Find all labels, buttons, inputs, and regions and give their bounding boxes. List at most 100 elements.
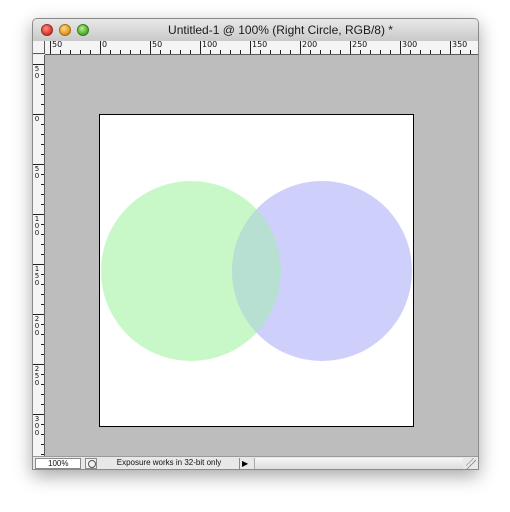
- ruler-tick: [41, 254, 44, 255]
- ruler-label: 3 0 0: [34, 415, 40, 437]
- ruler-tick: [41, 424, 44, 425]
- ruler-tick: [41, 224, 44, 225]
- ruler-tick: [230, 50, 231, 54]
- ruler-tick: [41, 194, 44, 195]
- ruler-label: 5 0: [34, 65, 40, 80]
- status-bar: 100% Exposure works in 32-bit only ▶: [33, 456, 478, 469]
- ruler-label: 1 5 0: [34, 265, 40, 287]
- ruler-tick: [60, 50, 61, 54]
- ruler-tick: [41, 394, 44, 395]
- ruler-tick: [160, 50, 161, 54]
- ruler-tick: [180, 50, 181, 54]
- ruler-tick: [190, 50, 191, 54]
- ruler-tick: [41, 74, 44, 75]
- horizontal-ruler[interactable]: 50050100150200250300350400: [45, 41, 478, 55]
- ruler-tick: [41, 304, 44, 305]
- zoom-button[interactable]: [77, 24, 89, 36]
- document-window: Untitled-1 @ 100% (Right Circle, RGB/8) …: [32, 18, 479, 470]
- ruler-tick: [41, 274, 44, 275]
- close-button[interactable]: [41, 24, 53, 36]
- ruler-tick: [400, 41, 401, 54]
- ruler-label: 350: [452, 41, 468, 49]
- ruler-tick: [70, 50, 71, 54]
- ruler-tick: [430, 50, 431, 54]
- vertical-ruler[interactable]: 5 005 01 0 01 5 02 0 02 5 03 0 03 5 04 0…: [33, 55, 45, 456]
- title-bar[interactable]: Untitled-1 @ 100% (Right Circle, RGB/8) …: [33, 19, 478, 42]
- ruler-origin[interactable]: [33, 41, 45, 54]
- ruler-tick: [100, 41, 101, 54]
- status-info-icon[interactable]: [85, 458, 97, 469]
- ruler-tick: [330, 50, 331, 54]
- ruler-label: 300: [402, 41, 418, 49]
- ruler-tick: [41, 104, 44, 105]
- ruler-tick: [41, 354, 44, 355]
- ruler-tick: [41, 204, 44, 205]
- ruler-tick: [290, 50, 291, 54]
- minimize-button[interactable]: [59, 24, 71, 36]
- ruler-tick: [210, 50, 211, 54]
- ruler-tick: [41, 294, 44, 295]
- ruler-tick: [270, 50, 271, 54]
- ruler-tick: [200, 41, 201, 54]
- ruler-tick: [460, 50, 461, 54]
- ruler-label: 5 0: [34, 165, 40, 180]
- ruler-tick: [150, 41, 151, 54]
- window-title: Untitled-1 @ 100% (Right Circle, RGB/8) …: [168, 23, 393, 37]
- ruler-label: 250: [352, 41, 368, 49]
- ruler-tick: [340, 50, 341, 54]
- ruler-label: 1 0 0: [34, 215, 40, 237]
- ruler-tick: [41, 174, 44, 175]
- ruler-tick: [250, 41, 251, 54]
- ruler-tick: [41, 234, 44, 235]
- ruler-tick: [80, 50, 81, 54]
- ruler-tick: [120, 50, 121, 54]
- ruler-label: 150: [252, 41, 268, 49]
- ruler-tick: [41, 434, 44, 435]
- ruler-label: 0: [102, 41, 108, 49]
- ruler-tick: [41, 284, 44, 285]
- ruler-tick: [41, 154, 44, 155]
- status-menu-arrow-icon[interactable]: ▶: [242, 459, 252, 468]
- ruler-tick: [450, 41, 451, 54]
- zoom-level-field[interactable]: 100%: [35, 458, 81, 469]
- ruler-label: 50: [152, 41, 163, 49]
- ruler-tick: [410, 50, 411, 54]
- ruler-tick: [41, 94, 44, 95]
- ruler-tick: [41, 374, 44, 375]
- ruler-tick: [420, 50, 421, 54]
- ruler-label: 50: [52, 41, 63, 49]
- ruler-tick: [130, 50, 131, 54]
- ruler-tick: [41, 444, 44, 445]
- ruler-label: 2 0 0: [34, 315, 40, 337]
- canvas-workspace[interactable]: [45, 55, 478, 456]
- ruler-tick: [41, 144, 44, 145]
- ruler-tick: [240, 50, 241, 54]
- ruler-tick: [140, 50, 141, 54]
- ruler-tick: [220, 50, 221, 54]
- ruler-tick: [170, 50, 171, 54]
- ruler-tick: [350, 41, 351, 54]
- document-canvas[interactable]: [99, 114, 414, 427]
- status-info-text: Exposure works in 32-bit only: [99, 458, 240, 469]
- ruler-tick: [260, 50, 261, 54]
- ruler-tick: [41, 324, 44, 325]
- ruler-tick: [41, 184, 44, 185]
- ruler-tick: [280, 50, 281, 54]
- resize-grip-icon[interactable]: [466, 458, 476, 469]
- ruler-tick: [320, 50, 321, 54]
- ruler-tick: [470, 50, 471, 54]
- ruler-tick: [380, 50, 381, 54]
- ruler-tick: [41, 334, 44, 335]
- ruler-label: 100: [202, 41, 218, 49]
- horizontal-scrollbar[interactable]: [254, 458, 463, 469]
- ruler-tick: [440, 50, 441, 54]
- ruler-tick: [110, 50, 111, 54]
- ruler-tick: [41, 344, 44, 345]
- ruler-tick: [50, 41, 51, 54]
- canvas-artwork: [101, 181, 412, 361]
- ruler-tick: [360, 50, 361, 54]
- ruler-tick: [300, 41, 301, 54]
- ruler-tick: [390, 50, 391, 54]
- ruler-tick: [41, 454, 44, 455]
- ruler-tick: [310, 50, 311, 54]
